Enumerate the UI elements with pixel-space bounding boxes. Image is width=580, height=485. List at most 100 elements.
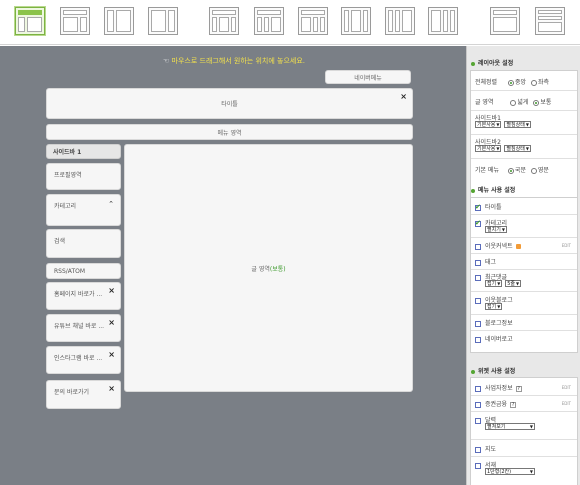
widget-securities-row: 증권금융? (475, 399, 517, 408)
widget-settings-title: 위젯 사용 설정 (471, 366, 515, 375)
sidebar-widget-profile[interactable]: 프로필영역 (46, 163, 121, 190)
sidebar-widget-youtube[interactable]: 유튜브 채널 바로 ... × (46, 314, 121, 342)
layout-option-4[interactable] (148, 7, 178, 35)
new-badge-icon (515, 244, 521, 249)
close-icon[interactable]: × (400, 92, 407, 101)
content-area-label: 글 영역(보통) (251, 265, 286, 273)
widget-label: 프로필영역 (54, 172, 82, 179)
sidebar-header: 사이드바 1 (46, 144, 121, 159)
tag-checkbox[interactable] (475, 259, 481, 266)
chevron-up-icon[interactable]: ⌃ (108, 200, 114, 208)
naver-logo-checkbox[interactable] (475, 336, 481, 343)
category-checkbox[interactable] (475, 219, 481, 227)
widget-map-row: 지도 (475, 444, 496, 453)
sidebar-widget-instagram[interactable]: 인스타그램 바로 ... × (46, 346, 121, 374)
settings-panel: 레이아웃 설정 전체정렬 중앙 좌측 글 영역 넓게 보통 사이드바1 기본사용… (466, 46, 580, 485)
layout-option-5[interactable] (209, 7, 239, 35)
layout-settings-panel: 전체정렬 중앙 좌측 글 영역 넓게 보통 사이드바1 기본사용▼ 펼침상태▼ (470, 70, 578, 216)
alignment-left-radio[interactable] (530, 79, 537, 86)
sidebar-widget-search[interactable]: 검색 (46, 229, 121, 258)
layout-option-11[interactable] (490, 7, 520, 35)
close-icon[interactable]: × (108, 350, 115, 359)
recent-comments-selects: 접기▼ 5줄▼ (485, 280, 522, 287)
layout-option-2[interactable] (60, 7, 90, 35)
menu-blog-info-row: 블로그정보 (475, 318, 513, 327)
widget-label: 문의 바로가기 (54, 389, 90, 396)
close-icon[interactable]: × (108, 318, 115, 327)
layout-option-10[interactable] (428, 7, 458, 35)
sidebar2-selects: 기본사용▼ 펼침상태▼ (475, 145, 532, 152)
menu-korean-radio[interactable] (507, 167, 514, 174)
drag-hint: ☜ 마우스로 드래그해서 원하는 위치에 놓으세요. (163, 56, 305, 66)
books-select[interactable]: 1단형(2칸) ▼ (485, 468, 535, 475)
sidebar-widget-category[interactable]: 카테고리 ⌃ (46, 194, 121, 226)
editor-window: ☜ 마우스로 드래그해서 원하는 위치에 놓으세요. 네이버메뉴 타이틀 × 메… (0, 0, 580, 485)
alignment-row: 전체정렬 중앙 좌측 (475, 79, 550, 86)
layout-option-9[interactable] (385, 7, 415, 35)
drag-hint-text: 마우스로 드래그해서 원하는 위치에 놓으세요. (171, 57, 306, 65)
layout-option-7[interactable] (298, 7, 328, 35)
sidebar-widget-homepage[interactable]: 홈페이지 바로가 ... × (46, 282, 121, 310)
width-normal-radio[interactable] (533, 99, 540, 106)
menu-area-box[interactable]: 메뉴 영역 (46, 124, 413, 140)
neighbor-blogs-checkbox[interactable] (475, 297, 481, 304)
help-icon[interactable]: ? (510, 401, 517, 408)
menu-tag-row: 태그 (475, 257, 496, 266)
category-select[interactable]: 펼치기▼ (485, 226, 507, 233)
layout-option-12[interactable] (535, 7, 565, 35)
widget-label: 검색 (54, 238, 66, 245)
calendar-select-row: 펼쳐보기 ▼ (485, 423, 536, 430)
neighbor-blogs-select[interactable]: 접기▼ (485, 303, 503, 310)
content-width-row: 글 영역 넓게 보통 (475, 99, 552, 106)
recent-comments-checkbox[interactable] (475, 274, 481, 281)
business-checkbox[interactable] (475, 385, 481, 392)
recent-comments-lines-select[interactable]: 5줄▼ (505, 280, 522, 287)
business-edit-link[interactable]: EDIT (562, 385, 571, 390)
close-icon[interactable]: × (108, 384, 115, 393)
sidebar1-selects: 기본사용▼ 펼침상태▼ (475, 121, 532, 128)
sidebar2-state-select[interactable]: 펼침상태▼ (504, 145, 531, 152)
layout-option-6[interactable] (254, 7, 284, 35)
neighbor-blogs-select-row: 접기▼ (485, 303, 503, 310)
neighbor-connect-checkbox[interactable] (475, 243, 481, 250)
widget-label: 홈페이지 바로가 ... (54, 291, 103, 298)
close-icon[interactable]: × (108, 286, 115, 295)
layout-settings-title: 레이아웃 설정 (471, 58, 513, 67)
recent-comments-fold-select[interactable]: 접기▼ (485, 280, 503, 287)
menu-settings-title: 메뉴 사용 설정 (471, 185, 515, 194)
widget-label: 유튜브 채널 바로 ... (54, 323, 105, 330)
widget-business-row: 사업자정보? (475, 383, 522, 392)
layout-option-8[interactable] (341, 7, 371, 35)
calendar-checkbox[interactable] (475, 417, 481, 424)
layout-option-1[interactable] (15, 7, 45, 35)
width-wide-radio[interactable] (510, 99, 517, 106)
content-area-box[interactable]: 글 영역(보통) (124, 144, 413, 392)
title-checkbox[interactable] (475, 203, 481, 211)
neighbor-connect-edit-link[interactable]: EDIT (562, 243, 571, 248)
map-checkbox[interactable] (475, 446, 481, 453)
widget-label: 카테고리 (54, 203, 77, 210)
title-box-label: 타이틀 (221, 101, 238, 108)
layout-toolbar (0, 0, 580, 45)
sidebar-widget-contact[interactable]: 문의 바로가기 × (46, 380, 121, 409)
menu-title-row: 타이틀 (475, 202, 502, 211)
books-select-row: 1단형(2칸) ▼ (485, 468, 536, 475)
books-checkbox[interactable] (475, 462, 481, 469)
layout-option-3[interactable] (104, 7, 134, 35)
sidebar1-use-select[interactable]: 기본사용▼ (475, 121, 502, 128)
sidebar2-use-select[interactable]: 기본사용▼ (475, 145, 502, 152)
calendar-select[interactable]: 펼쳐보기 ▼ (485, 423, 535, 430)
securities-checkbox[interactable] (475, 401, 481, 408)
alignment-center-radio[interactable] (508, 79, 515, 86)
securities-edit-link[interactable]: EDIT (562, 401, 571, 406)
title-box[interactable]: 타이틀 × (46, 88, 413, 119)
sidebar-header-label: 사이드바 1 (53, 149, 82, 156)
sidebar1-state-select[interactable]: 펼침상태▼ (504, 121, 531, 128)
menu-english-radio[interactable] (530, 167, 537, 174)
widget-settings-panel: 사업자정보? EDIT 증권금융? EDIT 달력 펼쳐보기 ▼ 지도 서재 1… (470, 377, 578, 485)
menu-settings-panel: 타이틀 카테고리 펼치기▼ 이웃커넥트 EDIT 태그 최근댓글 접 (470, 197, 578, 353)
blog-info-checkbox[interactable] (475, 320, 481, 327)
nav-menu-box[interactable]: 네이버메뉴 (325, 70, 411, 84)
sidebar-widget-rss[interactable]: RSS/ATOM (46, 263, 121, 279)
help-icon[interactable]: ? (515, 385, 522, 392)
